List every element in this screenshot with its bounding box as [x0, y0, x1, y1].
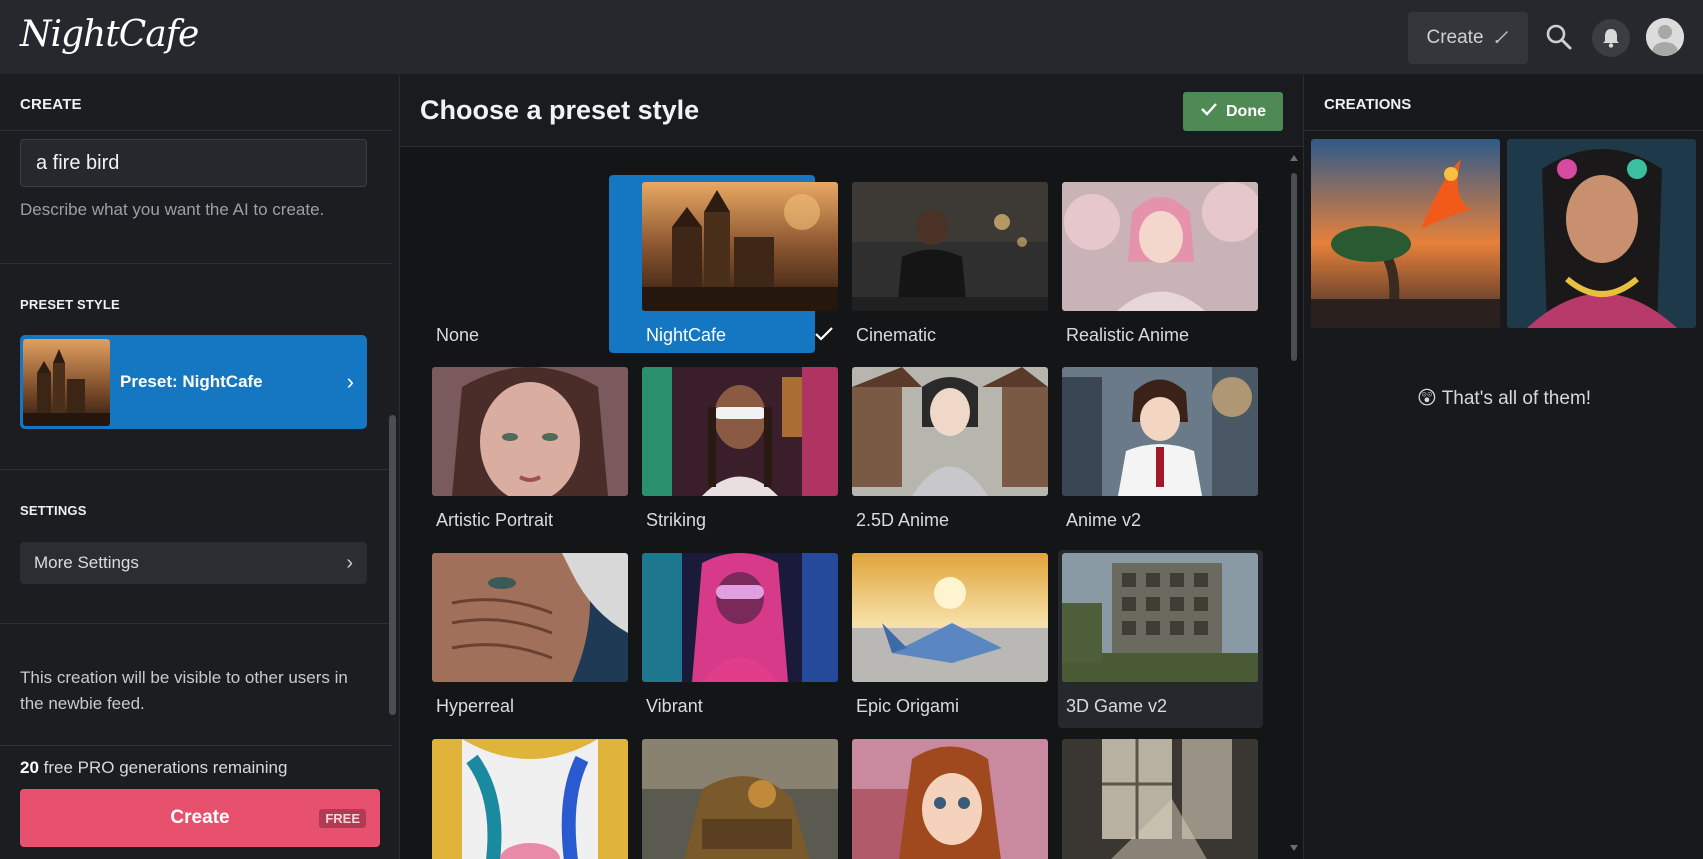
creations-heading: CREATIONS	[1324, 96, 1412, 113]
style-tile-striking[interactable]: Striking	[642, 367, 838, 531]
end-message-text: That's all of them!	[1441, 388, 1592, 409]
divider	[0, 130, 392, 131]
prompt-help-text: Describe what you want the AI to create.	[20, 200, 325, 219]
divider	[0, 263, 392, 264]
scrollbar-thumb[interactable]	[1291, 173, 1297, 361]
more-settings-button[interactable]: More Settings ›	[20, 542, 367, 584]
style-name: Hyperreal	[436, 696, 515, 716]
create-footer: 20 free PRO generations remaining Create…	[0, 745, 392, 859]
style-thumbnail	[432, 739, 628, 859]
style-thumbnail	[852, 367, 1048, 496]
style-name: Artistic Portrait	[436, 510, 554, 530]
nightcafe-logo[interactable]: NightCafe	[20, 14, 199, 55]
free-badge: FREE	[319, 809, 366, 828]
style-thumbnail	[432, 553, 628, 682]
style-thumbnail	[642, 182, 838, 311]
style-name: Realistic Anime	[1066, 325, 1190, 345]
top-bar: NightCafe Create	[0, 0, 1703, 75]
style-tile-vibrant[interactable]: Vibrant	[642, 553, 838, 717]
style-tile-epic-origami[interactable]: Epic Origami	[852, 553, 1048, 717]
style-tile-anime-v2[interactable]: Anime v2	[1062, 367, 1258, 531]
preset-style-heading: PRESET STYLE	[20, 297, 120, 312]
divider	[0, 623, 392, 624]
remaining-count: 20	[20, 758, 39, 777]
left-scrollbar[interactable]	[389, 135, 396, 805]
picker-title: Choose a preset style	[420, 95, 700, 125]
create-button-label: Create	[170, 807, 230, 828]
avatar[interactable]	[1646, 18, 1684, 56]
style-thumbnail	[432, 182, 628, 311]
style-thumbnail	[432, 367, 628, 496]
creation-thumbnail[interactable]	[1311, 139, 1500, 328]
style-name: NightCafe	[646, 325, 727, 345]
style-tile-3d-game-v2[interactable]: 3D Game v2	[1062, 553, 1258, 717]
style-name: Epic Origami	[856, 696, 960, 716]
style-thumbnail	[1062, 739, 1258, 859]
visibility-note: This creation will be visible to other u…	[20, 668, 348, 713]
surprised-emoji-icon: 😲	[1416, 388, 1437, 409]
check-icon	[814, 325, 834, 348]
preset-style-picker: Choose a preset style Done None NightCaf…	[400, 75, 1303, 859]
style-tile-hyperreal[interactable]: Hyperreal	[432, 553, 628, 717]
top-create-button[interactable]: Create	[1408, 12, 1528, 64]
settings-heading: SETTINGS	[20, 503, 87, 518]
divider	[1304, 130, 1703, 131]
style-tile[interactable]	[852, 739, 1048, 859]
style-thumbnail	[642, 553, 838, 682]
style-name: Cinematic	[856, 325, 937, 345]
remaining-generations: 20 free PRO generations remaining	[20, 758, 287, 778]
chevron-right-icon: ›	[346, 369, 354, 394]
create-panel: CREATE a fire bird Describe what you wan…	[0, 75, 400, 859]
scrollbar-thumb[interactable]	[389, 415, 396, 715]
style-tile[interactable]	[642, 739, 838, 859]
picker-scrollbar[interactable]	[1289, 155, 1299, 855]
style-tile-cinematic[interactable]: Cinematic	[852, 182, 1048, 346]
style-thumbnail	[1062, 367, 1258, 496]
style-thumbnail	[1062, 553, 1258, 682]
scroll-up-icon[interactable]	[1290, 155, 1298, 161]
scroll-down-icon[interactable]	[1290, 845, 1298, 851]
style-tile[interactable]	[1062, 739, 1258, 859]
chevron-right-icon: ›	[346, 551, 353, 574]
style-tile-nightcafe[interactable]: NightCafe	[642, 182, 838, 346]
remaining-text: free PRO generations remaining	[38, 758, 288, 777]
prompt-input[interactable]: a fire bird	[20, 139, 367, 187]
picker-header: Choose a preset style Done	[400, 75, 1303, 147]
style-thumbnail	[852, 739, 1048, 859]
style-thumbnail	[642, 739, 838, 859]
style-tile-realistic-anime[interactable]: Realistic Anime	[1062, 182, 1258, 346]
style-name: Striking	[646, 510, 707, 530]
top-create-label: Create	[1426, 27, 1484, 48]
preset-style-label: Preset: NightCafe	[120, 372, 263, 391]
preset-style-button[interactable]: Preset: NightCafe ›	[20, 335, 367, 429]
brush-icon	[1494, 28, 1510, 49]
divider	[0, 469, 392, 470]
end-of-list-message: 😲 That's all of them!	[1304, 387, 1703, 410]
style-thumbnail	[852, 182, 1048, 311]
style-name: 2.5D Anime	[856, 510, 950, 530]
style-name: None	[436, 325, 480, 345]
preset-thumbnail	[23, 338, 110, 426]
more-settings-label: More Settings	[34, 553, 139, 572]
done-label: Done	[1226, 102, 1266, 120]
create-button[interactable]: Create FREE	[20, 789, 380, 847]
style-name: Anime v2	[1066, 510, 1142, 530]
creations-panel: CREATIONS 😲 That's all of them!	[1303, 75, 1703, 859]
style-thumbnail	[1062, 182, 1258, 311]
create-heading: CREATE	[20, 96, 82, 113]
style-thumbnail	[852, 553, 1048, 682]
creation-thumbnail[interactable]	[1507, 139, 1696, 328]
style-tile-2-5d-anime[interactable]: 2.5D Anime	[852, 367, 1048, 531]
search-icon[interactable]	[1545, 23, 1573, 51]
bell-icon[interactable]	[1592, 19, 1630, 57]
style-tile-artistic-portrait[interactable]: Artistic Portrait	[432, 367, 628, 531]
style-tile[interactable]	[432, 739, 628, 859]
done-button[interactable]: Done	[1183, 92, 1283, 131]
style-name: Vibrant	[646, 696, 703, 716]
style-name: 3D Game v2	[1066, 696, 1168, 716]
check-icon	[1200, 102, 1218, 121]
style-tile-none[interactable]: None	[432, 182, 628, 346]
style-thumbnail	[642, 367, 838, 496]
